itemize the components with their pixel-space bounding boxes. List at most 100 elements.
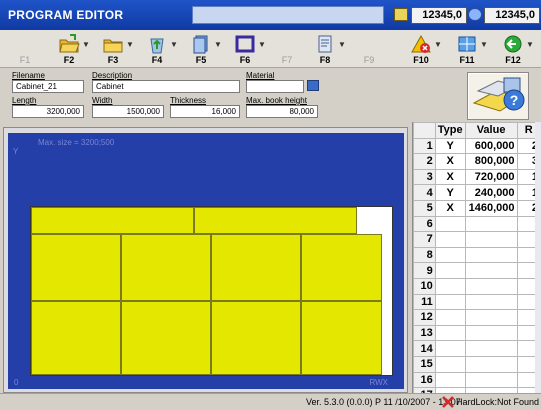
table-row[interactable]: 13 xyxy=(413,324,541,342)
material-field[interactable] xyxy=(246,80,304,93)
table-row[interactable]: 7 xyxy=(413,231,541,248)
value-cell[interactable] xyxy=(464,309,518,326)
app-title: PROGRAM EDITOR xyxy=(8,8,124,22)
cut-panel[interactable] xyxy=(194,207,357,234)
cut-panel[interactable] xyxy=(121,234,211,301)
program-name-field[interactable] xyxy=(192,6,384,24)
value-cell[interactable] xyxy=(464,246,518,264)
thickness-field[interactable]: 16,000 xyxy=(170,105,240,118)
f4-button[interactable]: ▼ F4 xyxy=(134,32,180,66)
value-cell[interactable] xyxy=(464,231,518,248)
type-cell[interactable] xyxy=(434,246,466,264)
type-cell[interactable]: Y xyxy=(434,184,466,201)
f5-button[interactable]: ▼ F5 xyxy=(178,32,224,66)
type-cell[interactable] xyxy=(434,262,466,279)
description-label: Description xyxy=(92,71,133,80)
f8-button[interactable]: ▼ F8 xyxy=(302,32,348,66)
value-cell[interactable] xyxy=(464,262,518,279)
value-cell[interactable] xyxy=(464,371,518,389)
chevron-down-icon[interactable]: ▼ xyxy=(82,40,90,49)
type-cell[interactable]: X xyxy=(434,168,466,186)
value-cell[interactable]: 600,000 xyxy=(464,137,518,155)
table-row[interactable]: 1Y600,0002 xyxy=(413,137,541,155)
cut-panel[interactable] xyxy=(211,234,301,301)
f11-button[interactable]: ▼ F11 xyxy=(444,32,490,66)
value-cell[interactable] xyxy=(464,215,518,233)
chevron-down-icon[interactable]: ▼ xyxy=(526,40,534,49)
table-row[interactable]: 15 xyxy=(413,355,541,373)
value-cell[interactable]: 720,000 xyxy=(464,168,518,186)
type-cell[interactable]: X xyxy=(434,199,466,217)
f1-button[interactable]: F1 xyxy=(2,32,48,66)
cut-panel[interactable] xyxy=(211,301,301,375)
frame-icon xyxy=(235,35,255,53)
max-book-height-field[interactable]: 80,000 xyxy=(246,105,318,118)
table-scrollbar[interactable] xyxy=(535,122,541,393)
document-stack-icon xyxy=(193,35,208,54)
table-row[interactable]: 16 xyxy=(413,371,541,389)
type-cell[interactable] xyxy=(434,231,466,248)
grid-icon xyxy=(458,36,476,52)
chevron-down-icon[interactable]: ▼ xyxy=(434,40,442,49)
table-row[interactable]: 14 xyxy=(413,340,541,357)
table-row[interactable]: 12 xyxy=(413,309,541,326)
material-browse-button[interactable] xyxy=(307,80,319,91)
f10-button[interactable]: ▼ F10 xyxy=(398,32,444,66)
chevron-down-icon[interactable]: ▼ xyxy=(170,40,178,49)
type-cell[interactable] xyxy=(434,309,466,326)
value-cell[interactable] xyxy=(464,324,518,342)
value-cell[interactable] xyxy=(464,340,518,357)
description-field[interactable]: Cabinet xyxy=(92,80,240,93)
x-axis-label: RWX xyxy=(369,378,388,387)
table-row[interactable]: 9 xyxy=(413,262,541,279)
value-cell[interactable]: 240,000 xyxy=(464,184,518,201)
table-row[interactable]: 5X1460,0002 xyxy=(413,199,541,217)
value-cell[interactable] xyxy=(464,293,518,311)
type-cell[interactable]: Y xyxy=(434,137,466,155)
cut-panel[interactable] xyxy=(121,301,211,375)
filename-field[interactable]: Cabinet_21 xyxy=(12,80,84,93)
type-column-header[interactable]: Type xyxy=(434,122,466,139)
table-row[interactable]: 2X800,0003 xyxy=(413,153,541,170)
cut-panel[interactable] xyxy=(31,301,121,375)
length-field[interactable]: 3200,000 xyxy=(12,105,84,118)
value-column-header[interactable]: Value xyxy=(464,122,518,139)
f9-button[interactable]: F9 xyxy=(346,32,392,66)
cutting-canvas[interactable]: Max. size = 3200;500 Y 0 RWX xyxy=(8,133,404,389)
table-row[interactable]: 4Y240,0001 xyxy=(413,184,541,201)
table-row[interactable]: 6 xyxy=(413,215,541,233)
value-cell[interactable]: 800,000 xyxy=(464,153,518,170)
table-row[interactable]: 3X720,0001 xyxy=(413,168,541,186)
type-cell[interactable] xyxy=(434,277,466,295)
cut-panel[interactable] xyxy=(31,234,121,301)
table-row[interactable]: 10 xyxy=(413,277,541,295)
chevron-down-icon[interactable]: ▼ xyxy=(214,40,222,49)
title-bar: PROGRAM EDITOR 12345,0 12345,0 xyxy=(0,0,541,30)
value-cell[interactable]: 1460,000 xyxy=(464,199,518,217)
cut-panel[interactable] xyxy=(31,207,194,234)
table-header-row: Type Value R xyxy=(413,122,541,139)
type-cell[interactable] xyxy=(434,371,466,389)
cut-panel[interactable] xyxy=(301,301,382,375)
type-cell[interactable] xyxy=(434,215,466,233)
cutting-view-button[interactable]: ? xyxy=(467,72,529,120)
cut-panel[interactable] xyxy=(301,234,382,301)
value-cell[interactable] xyxy=(464,355,518,373)
table-row[interactable]: 11 xyxy=(413,293,541,311)
width-field[interactable]: 1500,000 xyxy=(92,105,164,118)
type-cell[interactable] xyxy=(434,340,466,357)
f3-button[interactable]: ▼ F3 xyxy=(90,32,136,66)
f6-button[interactable]: ▼ F6 xyxy=(222,32,268,66)
chevron-down-icon[interactable]: ▼ xyxy=(480,40,488,49)
chevron-down-icon[interactable]: ▼ xyxy=(126,40,134,49)
value-cell[interactable] xyxy=(464,277,518,295)
material-label: Material xyxy=(246,71,275,80)
chevron-down-icon[interactable]: ▼ xyxy=(338,40,346,49)
type-cell[interactable] xyxy=(434,293,466,311)
f2-button[interactable]: ▼ F2 xyxy=(46,32,92,66)
f12-button[interactable]: ▼ F12 xyxy=(490,32,536,66)
type-cell[interactable]: X xyxy=(434,153,466,170)
table-row[interactable]: 8 xyxy=(413,246,541,264)
type-cell[interactable] xyxy=(434,324,466,342)
type-cell[interactable] xyxy=(434,355,466,373)
